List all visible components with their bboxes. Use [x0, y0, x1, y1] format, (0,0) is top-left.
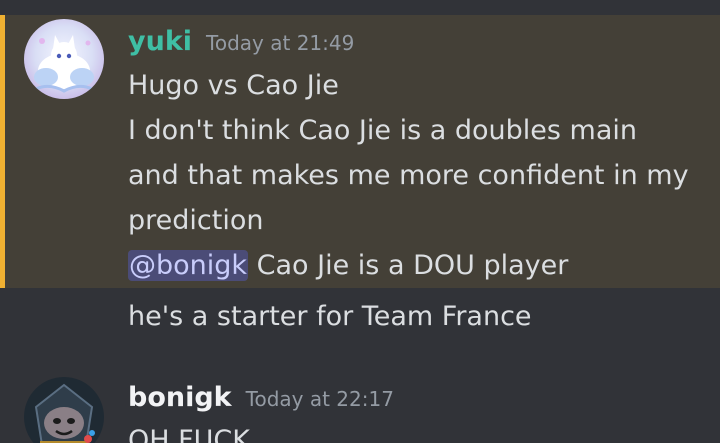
message-header: yuki Today at 21:49	[128, 26, 354, 57]
avatar[interactable]	[24, 19, 104, 99]
username[interactable]: bonigk	[128, 382, 232, 413]
white-fox-avatar-icon	[24, 19, 104, 99]
timestamp[interactable]: Today at 22:17	[246, 387, 394, 411]
message-text: Cao Jie is a DOU player	[248, 250, 569, 281]
avatar[interactable]	[24, 377, 104, 443]
username[interactable]: yuki	[128, 26, 192, 57]
message-line: and that makes me more confident in my	[128, 160, 689, 191]
message-line: I don't think Cao Jie is a doubles main	[128, 115, 638, 146]
message-header: bonigk Today at 22:17	[128, 382, 394, 413]
message-line: @bonigk Cao Jie is a DOU player	[128, 243, 568, 288]
chat-area: yuki Today at 21:49 Hugo vs Cao Jie I don…	[0, 0, 720, 443]
message-line: prediction	[128, 205, 264, 236]
message-line: Hugo vs Cao Jie	[128, 70, 339, 101]
user-mention[interactable]: @bonigk	[128, 250, 249, 281]
character-avatar-icon	[24, 377, 104, 443]
timestamp[interactable]: Today at 21:49	[206, 31, 354, 55]
message-line: he's a starter for Team France	[128, 301, 532, 332]
message-line: OH FUCK	[128, 425, 250, 443]
